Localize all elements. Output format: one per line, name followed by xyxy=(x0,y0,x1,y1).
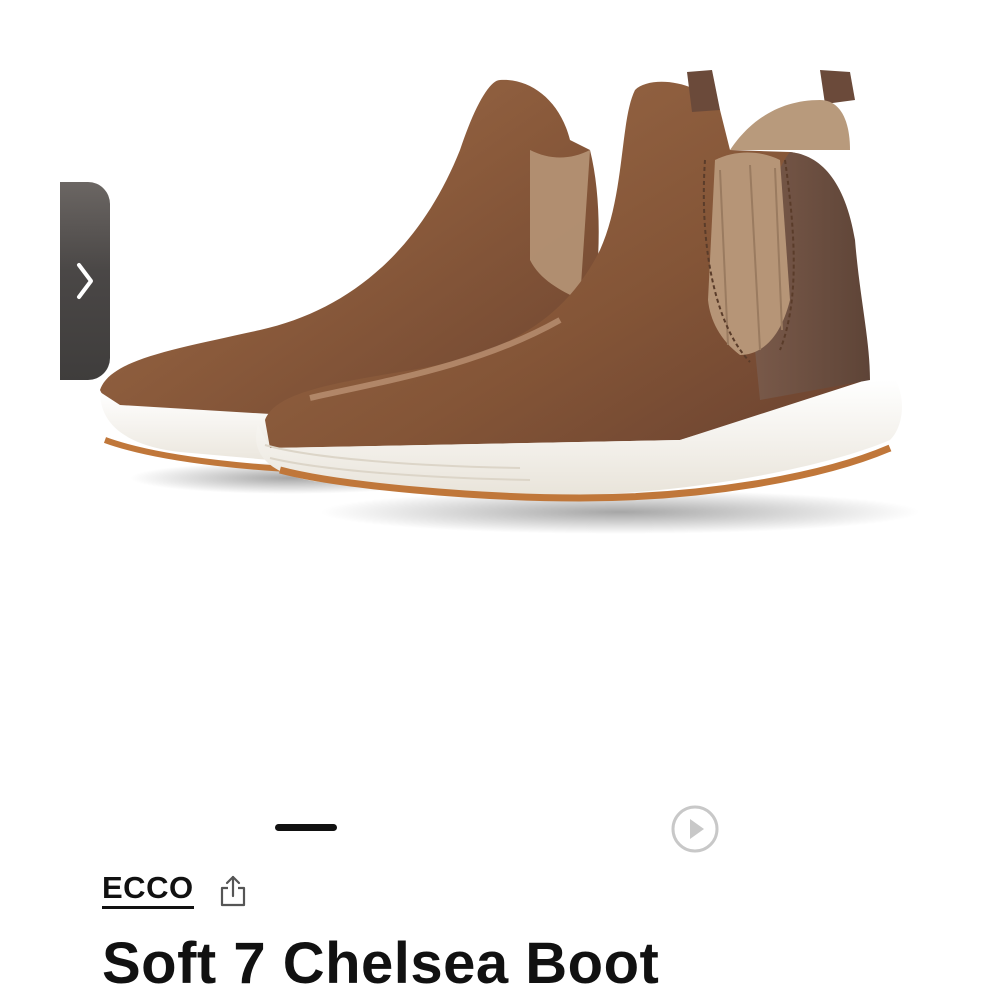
chevron-right-icon xyxy=(77,263,93,299)
carousel-next-button[interactable] xyxy=(60,182,110,380)
product-image[interactable] xyxy=(60,0,940,560)
brand-row: ECCO xyxy=(102,872,248,909)
active-slide-indicator[interactable] xyxy=(275,824,337,831)
chelsea-boot-image xyxy=(100,70,920,534)
share-icon xyxy=(220,875,245,906)
share-button[interactable] xyxy=(218,874,248,908)
brand-link[interactable]: ECCO xyxy=(102,872,194,909)
product-title: Soft 7 Chelsea Boot xyxy=(102,931,660,996)
play-video-button[interactable] xyxy=(670,804,720,854)
play-icon xyxy=(671,805,719,853)
product-page: ECCO Soft 7 Chelsea Boot xyxy=(0,0,1000,1000)
